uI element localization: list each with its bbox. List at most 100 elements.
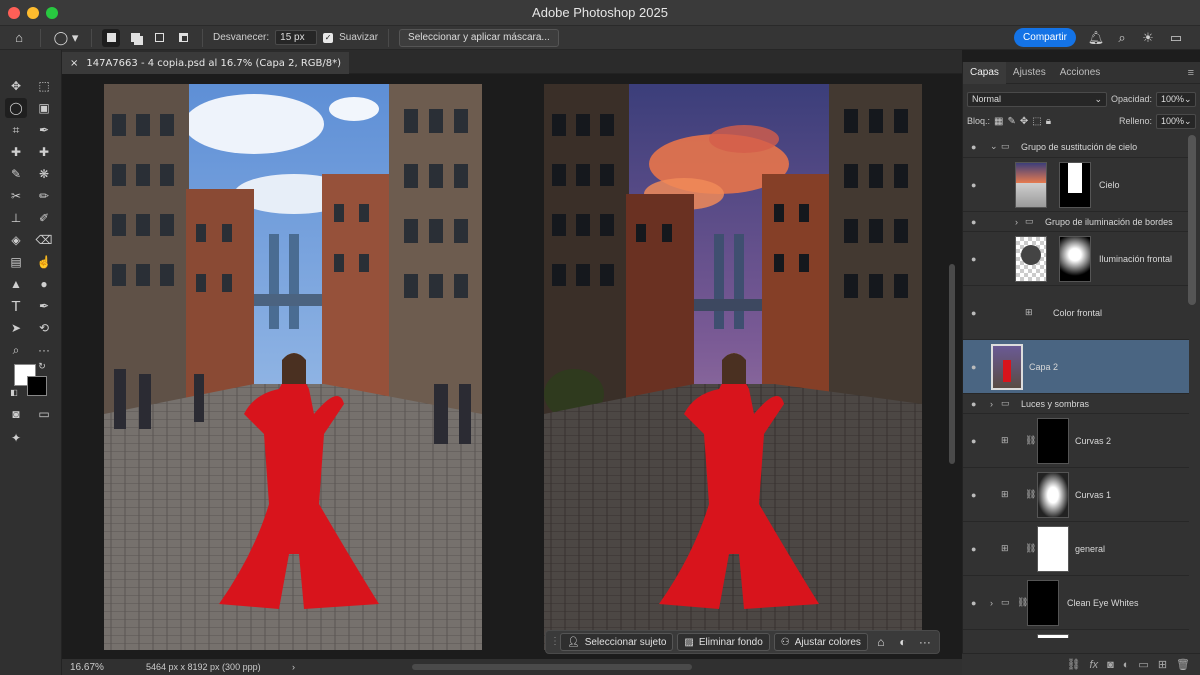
- content-aware-move-tool-icon[interactable]: ✂: [5, 186, 27, 206]
- remove-background-button[interactable]: ▨ Eliminar fondo: [677, 633, 770, 651]
- chevron-right-icon[interactable]: ›: [990, 598, 993, 608]
- visibility-eye-icon[interactable]: ●: [971, 544, 976, 554]
- spot-healing-tool-icon[interactable]: ✚: [5, 142, 27, 162]
- quick-mask-icon[interactable]: ◙: [5, 404, 27, 424]
- paint-bucket-tool-icon[interactable]: ◈: [5, 230, 27, 250]
- visibility-eye-icon[interactable]: ●: [971, 180, 976, 190]
- new-adjustment-icon[interactable]: ◐: [1123, 659, 1130, 671]
- bell-icon[interactable]: 🔔︎: [1086, 26, 1106, 50]
- blend-mode-select[interactable]: Normal ⌄: [967, 91, 1107, 107]
- link-icon[interactable]: ⛓︎: [1025, 543, 1036, 554]
- layer-mask-thumbnail[interactable]: [1037, 418, 1069, 464]
- drag-handle-icon[interactable]: ⋮: [550, 634, 560, 650]
- adjust-colors-button[interactable]: ⚇ Ajustar colores: [773, 633, 868, 651]
- layer-row[interactable]: ● Iluminación frontal: [963, 232, 1189, 286]
- select-and-mask-button[interactable]: Seleccionar y aplicar máscara...: [399, 28, 559, 47]
- type-tool-icon[interactable]: T: [5, 296, 27, 316]
- pattern-stamp-tool-icon[interactable]: ❋: [33, 164, 55, 184]
- path-selection-tool-icon[interactable]: ➤: [5, 318, 27, 338]
- close-tab-icon[interactable]: ×: [70, 58, 78, 69]
- more-options-icon[interactable]: ···: [916, 635, 934, 649]
- close-window-button[interactable]: [8, 7, 20, 19]
- fx-icon[interactable]: fx: [1090, 659, 1099, 671]
- crop-tool-icon[interactable]: ⌗: [5, 120, 27, 140]
- visibility-eye-icon[interactable]: ●: [971, 490, 976, 500]
- layer-row[interactable]: ● › ▭ Luces y sombras: [963, 394, 1189, 414]
- layer-mask-thumbnail[interactable]: [1037, 526, 1069, 572]
- blur-tool-icon[interactable]: ▲: [5, 274, 27, 294]
- maximize-window-button[interactable]: [46, 7, 58, 19]
- history-brush-tool-icon[interactable]: ✐: [33, 208, 55, 228]
- select-subject-button[interactable]: 👤︎ Seleccionar sujeto: [560, 633, 674, 651]
- info-arrow-icon[interactable]: ›: [292, 662, 392, 672]
- default-colors-icon[interactable]: ◧: [8, 386, 20, 398]
- lasso-tool-icon[interactable]: ◯: [5, 98, 27, 118]
- object-selection-tool-icon[interactable]: ▣: [33, 98, 55, 118]
- opacity-input[interactable]: 100% ⌄: [1156, 91, 1197, 107]
- add-mask-icon[interactable]: ◙: [1107, 659, 1114, 671]
- chevron-right-icon[interactable]: ›: [990, 399, 993, 409]
- intersect-selection-button[interactable]: [174, 29, 192, 47]
- new-selection-button[interactable]: [102, 28, 120, 47]
- background-color-swatch[interactable]: [27, 376, 47, 396]
- add-selection-button[interactable]: [126, 29, 144, 47]
- layer-row[interactable]: [963, 630, 1189, 638]
- feather-input[interactable]: [275, 30, 318, 45]
- new-group-icon[interactable]: ▭: [1138, 658, 1148, 671]
- clone-stamp-tool-icon[interactable]: ⊥: [5, 208, 27, 228]
- document-tab[interactable]: × 147A7663 - 4 copia.psd al 16.7% (Capa …: [62, 52, 350, 74]
- layer-row[interactable]: ● ⊞ ⛓︎ general: [963, 522, 1189, 576]
- layer-row-selected[interactable]: ● Capa 2: [963, 340, 1189, 394]
- rotate-view-tool-icon[interactable]: ⟲: [33, 318, 55, 338]
- trash-icon[interactable]: 🗑︎: [1176, 658, 1190, 671]
- visibility-eye-icon[interactable]: ●: [971, 436, 976, 446]
- home-icon[interactable]: ⌂: [8, 28, 30, 48]
- new-layer-icon[interactable]: ⊞: [1158, 658, 1167, 671]
- visibility-eye-icon[interactable]: ●: [971, 598, 976, 608]
- transform-icon[interactable]: ⌂: [872, 635, 890, 649]
- layer-mask-thumbnail[interactable]: [1059, 236, 1091, 282]
- eraser-tool-icon[interactable]: ⌫: [33, 230, 55, 250]
- layers-scrollbar[interactable]: [1188, 135, 1196, 305]
- layer-mask-thumbnail[interactable]: [1027, 580, 1059, 626]
- tab-adjustments[interactable]: Ajustes: [1006, 62, 1053, 84]
- move-tool-icon[interactable]: ✥: [5, 76, 27, 96]
- screen-mode-icon[interactable]: ▭: [33, 404, 55, 424]
- layer-row[interactable]: ● › ▭ Grupo de iluminación de bordes: [963, 212, 1189, 232]
- lock-position-icon[interactable]: ✥: [1020, 116, 1028, 127]
- marquee-tool-icon[interactable]: ⬚: [33, 76, 55, 96]
- lock-pixels-icon[interactable]: ✎: [1007, 116, 1015, 127]
- workspace-icon[interactable]: ▭: [1166, 26, 1186, 50]
- chevron-down-icon[interactable]: ⌄: [990, 141, 998, 152]
- gradient-tool-icon[interactable]: ▤: [5, 252, 27, 272]
- zoom-level[interactable]: 16.67%: [62, 662, 142, 673]
- lock-all-icon[interactable]: 🔒︎: [1046, 116, 1051, 127]
- visibility-eye-icon[interactable]: ●: [971, 308, 976, 318]
- link-icon[interactable]: ⛓︎: [1025, 435, 1036, 446]
- dodge-tool-icon[interactable]: ●: [33, 274, 55, 294]
- more-tools-icon[interactable]: ···: [33, 340, 55, 360]
- search-icon[interactable]: ⌕: [1112, 26, 1132, 50]
- subtract-selection-button[interactable]: [150, 29, 168, 47]
- canvas-area[interactable]: [62, 74, 962, 659]
- lasso-tool-preset-icon[interactable]: ◯ ▾: [51, 28, 81, 48]
- visibility-eye-icon[interactable]: ●: [971, 142, 976, 152]
- horizontal-scrollbar[interactable]: [412, 664, 692, 670]
- eyedropper-tool-icon[interactable]: ✒: [33, 120, 55, 140]
- adjustment-layer-icon[interactable]: ◐: [894, 635, 912, 649]
- tab-actions[interactable]: Acciones: [1053, 62, 1108, 84]
- smudge-tool-icon[interactable]: ☝: [33, 252, 55, 272]
- canvas-vertical-scrollbar[interactable]: [949, 264, 955, 464]
- panel-menu-icon[interactable]: ≡: [1188, 67, 1200, 79]
- zoom-tool-icon[interactable]: ⌕: [5, 340, 27, 360]
- chevron-right-icon[interactable]: ›: [1015, 217, 1018, 227]
- layer-mask-thumbnail[interactable]: [1037, 634, 1069, 638]
- fill-input[interactable]: 100% ⌄: [1156, 113, 1196, 129]
- lock-transparent-icon[interactable]: ▦: [994, 116, 1003, 127]
- visibility-eye-icon[interactable]: ●: [971, 217, 976, 227]
- visibility-eye-icon[interactable]: ●: [971, 254, 976, 264]
- layer-mask-thumbnail[interactable]: [1059, 162, 1091, 208]
- layer-row[interactable]: ● Cielo: [963, 158, 1189, 212]
- remove-tool-icon[interactable]: ✚: [33, 142, 55, 162]
- generative-icon[interactable]: ✦: [5, 428, 27, 448]
